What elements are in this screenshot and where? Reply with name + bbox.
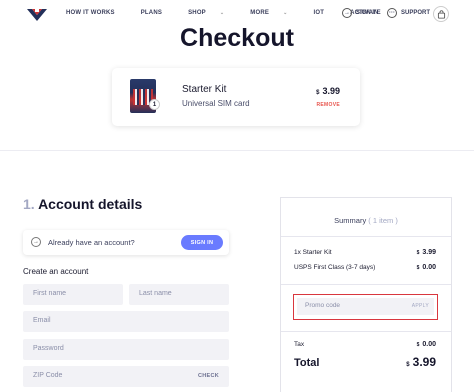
create-account-heading: Create an account [23, 267, 89, 276]
quantity-badge: 1 [149, 99, 160, 110]
summary-title: Summary ( 1 item ) [281, 216, 451, 225]
product-name: Starter Kit [182, 84, 227, 95]
row-value: $3.99 [417, 249, 436, 256]
row-value: $0.00 [417, 341, 436, 348]
summary-row-tax: Tax $0.00 [294, 341, 436, 348]
total-value: $3.99 [406, 355, 436, 369]
nav-label: HOW IT WORKS [66, 10, 115, 16]
divider [281, 236, 451, 237]
amount: 3.99 [412, 355, 436, 369]
summary-total: Total $3.99 [294, 355, 436, 369]
product-price: $3.99 [316, 86, 340, 96]
header-signin-link[interactable]: → SIGN IN [342, 8, 378, 18]
summary-title-text: Summary [334, 216, 367, 225]
chat-dots-icon: ··· [387, 8, 397, 18]
password-field[interactable]: Password [23, 339, 229, 360]
remove-item-button[interactable]: REMOVE [317, 102, 340, 108]
nav-how-it-works[interactable]: HOW IT WORKS [66, 10, 128, 16]
chevron-down-icon: ⌄ [219, 10, 225, 16]
amount: 0.00 [422, 264, 436, 271]
step-number: 1. [23, 196, 35, 212]
price-value: 3.99 [322, 86, 340, 96]
row-label: Tax [294, 341, 305, 348]
currency-symbol: $ [416, 250, 420, 256]
header-signin-label: SIGN IN [356, 10, 379, 16]
header-support-label: SUPPORT [401, 10, 431, 16]
signin-button[interactable]: SIGN IN [181, 235, 223, 250]
currency-symbol: $ [416, 342, 420, 348]
login-arrow-icon: → [31, 237, 41, 247]
heading-text: Account details [38, 196, 143, 212]
account-details-heading: 1. Account details [23, 196, 142, 212]
zip-placeholder: ZIP Code [33, 372, 63, 379]
order-summary-panel: Summary ( 1 item ) 1x Starter Kit $3.99 … [280, 197, 452, 392]
row-value: $0.00 [417, 264, 436, 271]
divider [281, 331, 451, 332]
currency-symbol: $ [416, 265, 420, 271]
row-label: 1x Starter Kit [294, 249, 332, 256]
nav-label: IOT [313, 10, 325, 16]
check-zip-button[interactable]: CHECK [198, 373, 219, 379]
page-title: Checkout [180, 24, 294, 52]
nav-label: PLANS [140, 10, 163, 16]
section-divider [0, 150, 474, 151]
product-subtitle: Universal SIM card [182, 99, 250, 108]
summary-row-item: 1x Starter Kit $3.99 [294, 249, 436, 256]
divider [281, 284, 451, 285]
last-name-field[interactable]: Last name [129, 284, 229, 305]
shopping-bag-icon [437, 9, 445, 19]
apply-promo-button[interactable]: APPLY [412, 303, 429, 309]
summary-row-shipping: USPS First Class (3-7 days) $0.00 [294, 264, 436, 271]
currency-symbol: $ [316, 90, 320, 96]
header-support-link[interactable]: ··· SUPPORT [387, 8, 430, 18]
nav-plans[interactable]: PLANS [141, 10, 175, 16]
nav-label: SHOP [188, 10, 206, 16]
zip-code-field[interactable]: ZIP Code CHECK [23, 366, 229, 387]
cart-item-card: 1 Starter Kit Universal SIM card $3.99 R… [112, 68, 360, 126]
first-name-field[interactable]: First name [23, 284, 123, 305]
promo-code-highlight: Promo code APPLY [293, 294, 438, 320]
chevron-down-icon: ⌄ [283, 10, 288, 16]
total-label: Total [294, 357, 320, 369]
summary-item-count: ( 1 item ) [368, 216, 398, 225]
nav-more[interactable]: MORE ⌄ [250, 10, 300, 16]
amount: 3.99 [422, 249, 436, 256]
have-account-text: Already have an account? [48, 238, 135, 247]
nav-shop[interactable]: SHOP ⌄ [188, 10, 237, 16]
brand-logo[interactable] [26, 7, 48, 23]
nav-iot[interactable]: IOT [313, 10, 337, 16]
amount: 0.00 [422, 341, 436, 348]
login-arrow-icon: → [342, 8, 352, 18]
row-label: USPS First Class (3-7 days) [294, 264, 376, 271]
nav-label: MORE [250, 10, 270, 16]
cart-button[interactable] [433, 6, 449, 22]
email-field[interactable]: Email [23, 311, 229, 332]
currency-symbol: $ [406, 362, 410, 368]
